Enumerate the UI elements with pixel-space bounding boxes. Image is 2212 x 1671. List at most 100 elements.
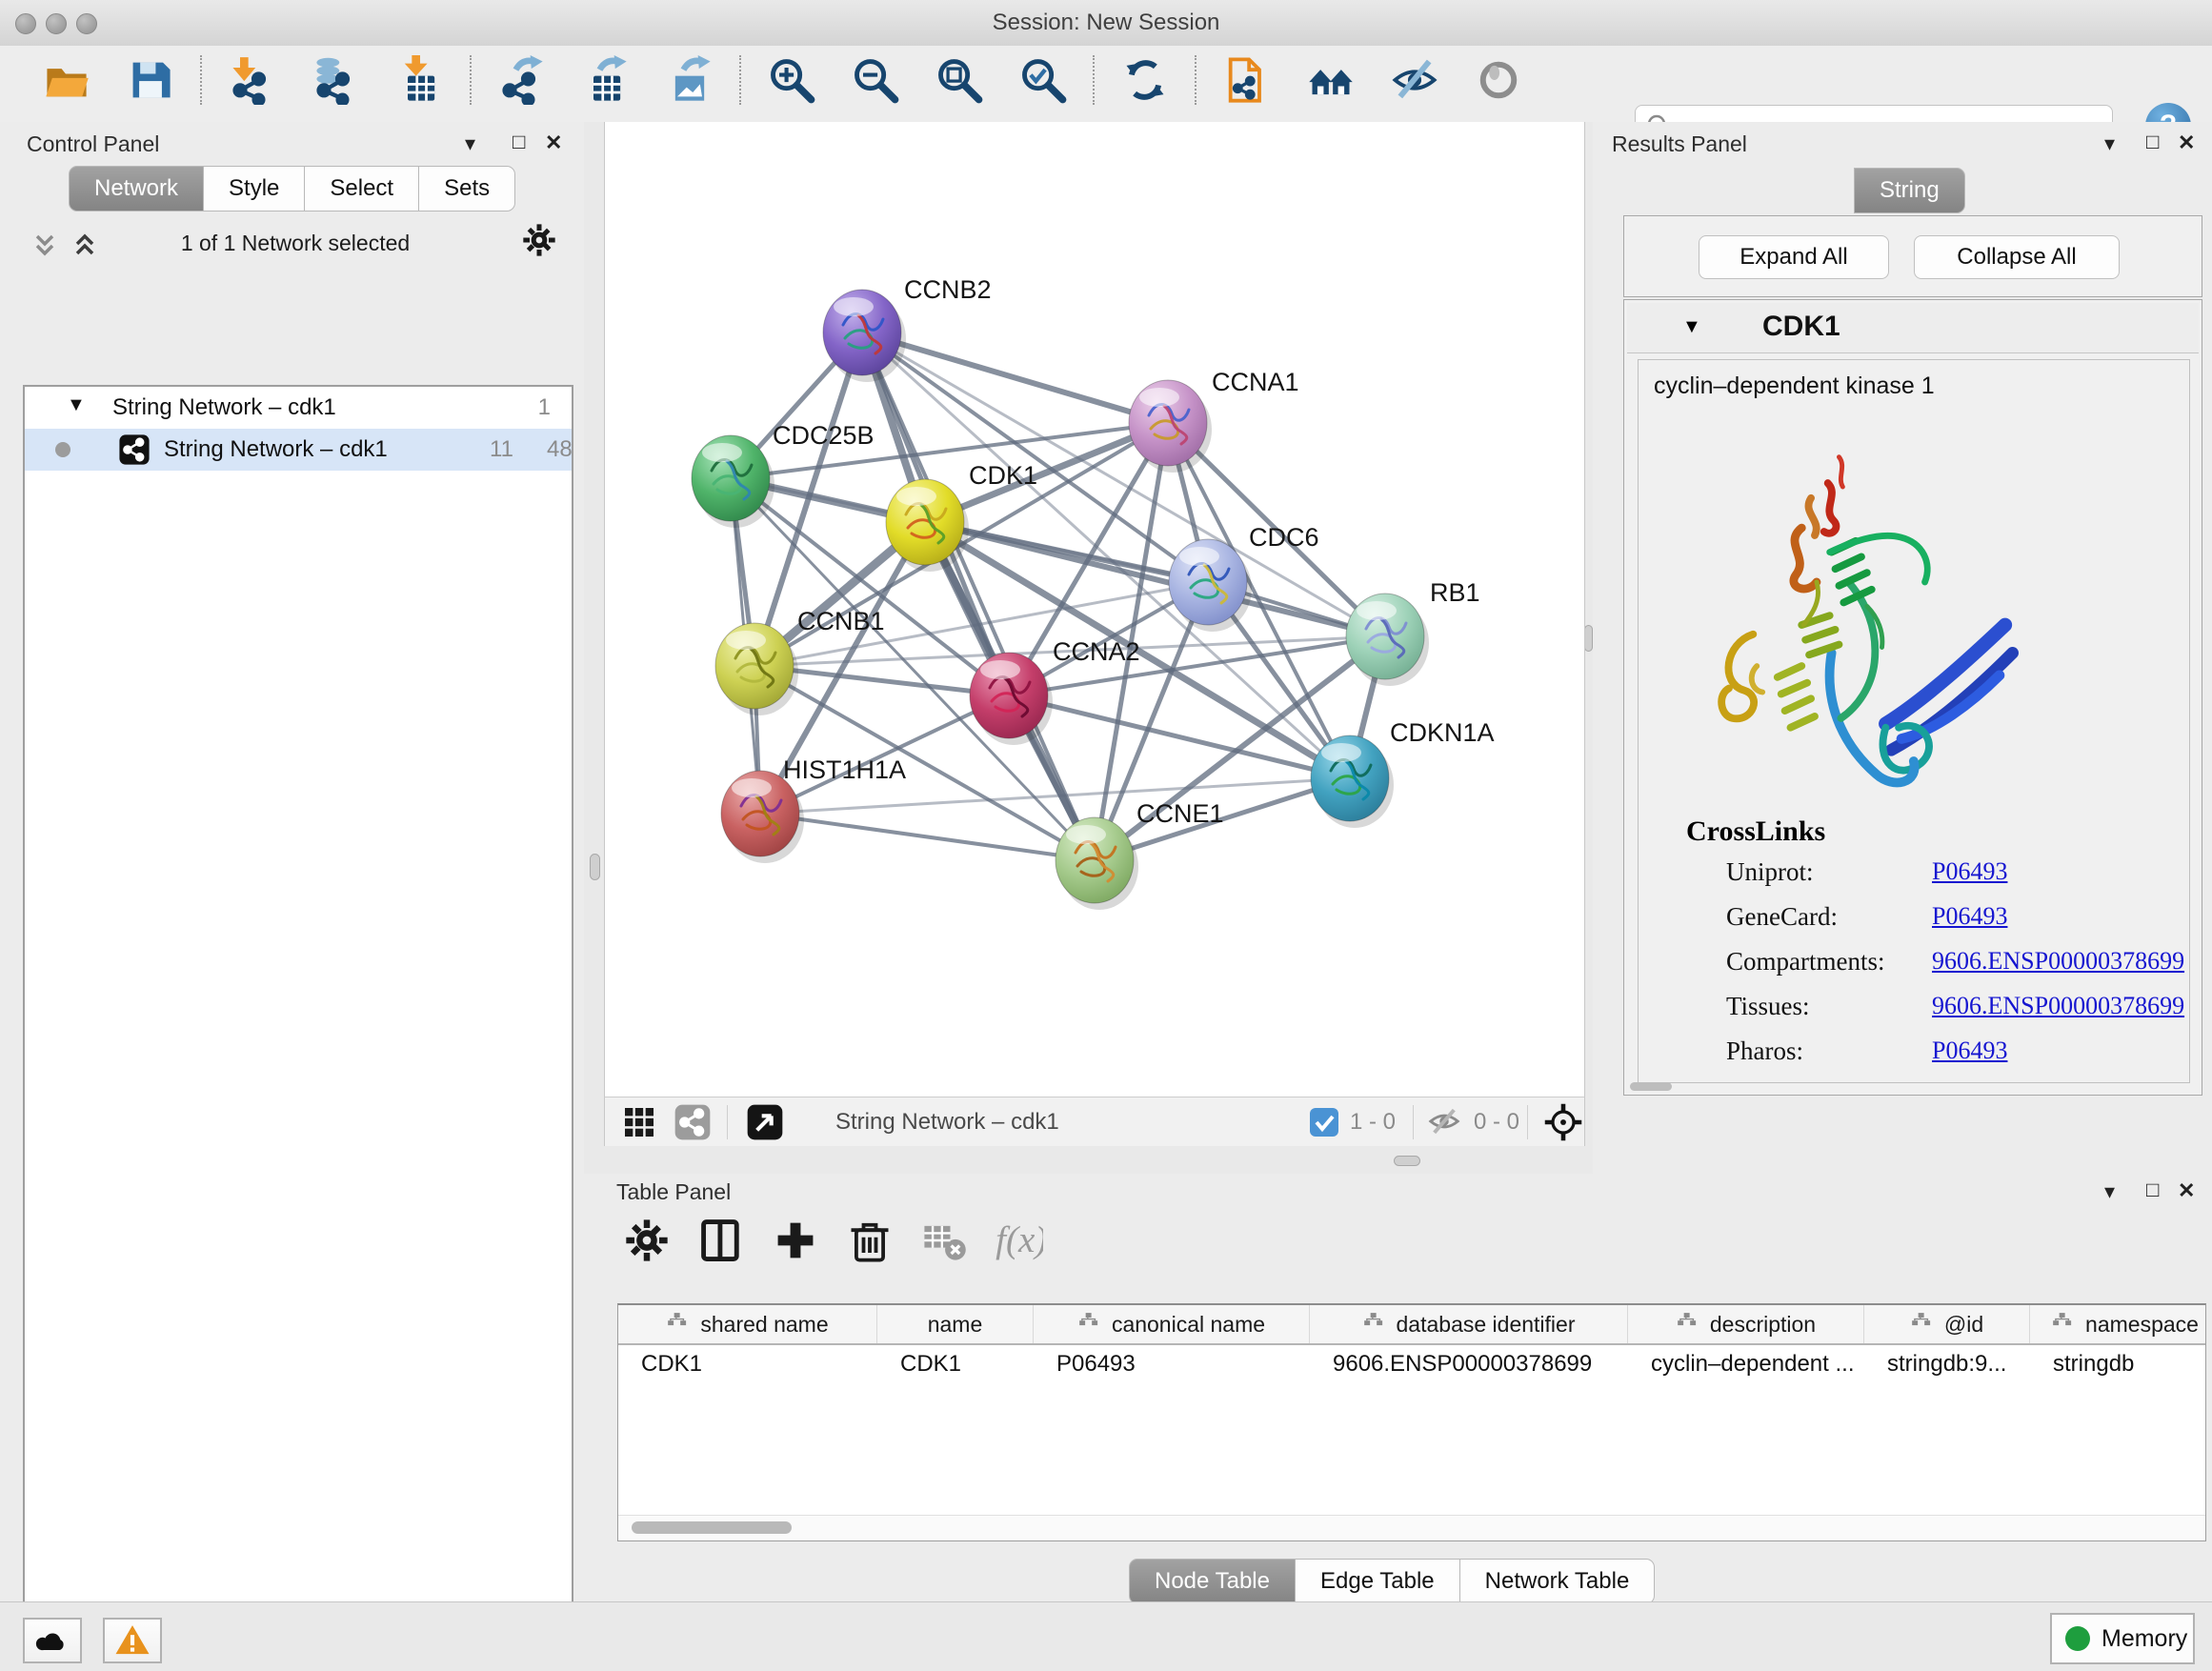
control-panel-float-icon[interactable]: □	[513, 130, 525, 154]
crosslink-uniprot-link[interactable]: P06493	[1932, 857, 2007, 886]
network-node-CDC25B[interactable]: CDC25B	[692, 421, 875, 528]
network-row-selected[interactable]: String Network – cdk1 11 48	[25, 429, 572, 471]
tab-edge-table[interactable]: Edge Table	[1296, 1559, 1460, 1604]
tab-node-table[interactable]: Node Table	[1129, 1559, 1296, 1604]
column-header-database-identifier[interactable]: database identifier	[1310, 1305, 1628, 1343]
collapse-all-button[interactable]: Collapse All	[1914, 235, 2120, 279]
memory-button[interactable]: Memory	[2050, 1613, 2195, 1664]
node-count: 11	[490, 436, 513, 463]
crosslink-compartments-link[interactable]: 9606.ENSP00000378699	[1932, 947, 2184, 976]
zoom-selected-button[interactable]	[1018, 55, 1068, 105]
expand-all-button[interactable]: Expand All	[1699, 235, 1889, 279]
table-hscroll-thumb[interactable]	[632, 1521, 792, 1534]
node-table: shared namenamecanonical namedatabase id…	[617, 1303, 2206, 1541]
column-header-canonical-name[interactable]: canonical name	[1034, 1305, 1310, 1343]
delete-column-button[interactable]	[845, 1216, 895, 1265]
results-panel-menu-icon[interactable]: ▾	[2104, 131, 2115, 156]
export-network-button[interactable]	[497, 55, 547, 105]
new-network-from-selection-button[interactable]	[1222, 55, 1272, 105]
fit-selected-button[interactable]	[1542, 1101, 1584, 1143]
tab-style[interactable]: Style	[204, 166, 305, 211]
export-table-button[interactable]	[581, 55, 631, 105]
save-session-icon	[126, 55, 175, 105]
network-collection-row[interactable]: ▼ String Network – cdk1 1	[25, 387, 572, 429]
horizontal-split-divider[interactable]	[584, 1146, 1593, 1174]
zoom-in-button[interactable]	[767, 55, 816, 105]
results-hscroll-thumb[interactable]	[1630, 1082, 1672, 1091]
gene-header-row[interactable]: ▼ CDK1	[1627, 303, 2199, 353]
toolbar-separator	[739, 55, 742, 105]
column-header-shared-name[interactable]: shared name	[618, 1305, 877, 1343]
import-table-file-button[interactable]	[395, 55, 445, 105]
export-image-button[interactable]	[665, 55, 714, 105]
table-panel-tabs: Node TableEdge TableNetwork Table	[1129, 1559, 1655, 1604]
hidden-count-eye[interactable]	[1426, 1103, 1464, 1141]
control-panel-menu-icon[interactable]: ▾	[465, 131, 475, 156]
open-file-button[interactable]	[42, 55, 91, 105]
tab-network-table[interactable]: Network Table	[1460, 1559, 1656, 1604]
table-panel-menu-icon[interactable]: ▾	[2104, 1179, 2115, 1204]
hide-selected-button[interactable]	[1390, 55, 1439, 105]
table-panel-close-icon[interactable]: ✕	[2178, 1178, 2195, 1203]
import-network-database-button[interactable]	[312, 55, 361, 105]
network-node-RB1[interactable]: RB1	[1346, 578, 1480, 686]
save-session-button[interactable]	[126, 55, 175, 105]
results-panel-float-icon[interactable]: □	[2146, 130, 2159, 154]
show-all-button[interactable]	[1474, 55, 1523, 105]
horizontal-divider-handle[interactable]	[1394, 1156, 1420, 1166]
double-chevron-up-icon	[69, 229, 101, 261]
crosslink-pharos-link[interactable]: P06493	[1932, 1037, 2007, 1065]
collapse-all-networks-button[interactable]	[29, 229, 61, 261]
table-row[interactable]: CDK1CDK1P064939606.ENSP00000378699cyclin…	[618, 1345, 2205, 1383]
selected-count-checkbox[interactable]	[1310, 1108, 1338, 1137]
tab-sets[interactable]: Sets	[419, 166, 515, 211]
column-header-namespace[interactable]: namespace	[2030, 1305, 2206, 1343]
network-node-CDKN1A[interactable]: CDKN1A	[1311, 718, 1495, 828]
add-column-button[interactable]	[771, 1216, 820, 1265]
collection-expand-triangle-icon[interactable]: ▼	[67, 394, 86, 416]
node-label: CCNB2	[904, 275, 992, 304]
table-panel-float-icon[interactable]: □	[2146, 1178, 2159, 1202]
crosslink-genecard-link[interactable]: P06493	[1932, 902, 2007, 931]
zoom-out-button[interactable]	[851, 55, 900, 105]
network-view-canvas[interactable]: CCNB2CCNA1CDC25BCDK1CDC6RB1CCNB1CCNA2CDK…	[604, 122, 1585, 1097]
first-neighbors-icon	[1306, 55, 1356, 105]
cloud-sync-button[interactable]	[23, 1618, 82, 1663]
toolbar-group	[1120, 55, 1170, 105]
show-columns-icon	[696, 1216, 746, 1265]
control-panel-close-icon[interactable]: ✕	[545, 131, 562, 155]
window-title: Session: New Session	[0, 10, 2212, 36]
column-header-name[interactable]: name	[877, 1305, 1034, 1343]
network-node-CCNA1[interactable]: CCNA1	[1129, 368, 1299, 473]
tab-select[interactable]: Select	[305, 166, 419, 211]
right-divider-handle[interactable]	[1584, 625, 1593, 652]
refresh-view-button[interactable]	[1120, 55, 1170, 105]
network-options-gear-button[interactable]	[520, 221, 558, 259]
network-node-CCNE1[interactable]: CCNE1	[1056, 799, 1224, 910]
network-view-mode-button[interactable]	[674, 1103, 712, 1141]
column-header-description[interactable]: description	[1628, 1305, 1864, 1343]
left-divider-handle[interactable]	[590, 854, 600, 880]
tab-string[interactable]: String	[1854, 168, 1965, 213]
network-selection-status: 1 of 1 Network selected	[124, 231, 467, 256]
column-header--id[interactable]: @id	[1864, 1305, 2030, 1343]
table-settings-gear-button[interactable]	[622, 1216, 672, 1265]
crosslink-tissues-link[interactable]: 9606.ENSP00000378699	[1932, 992, 2184, 1020]
toolbar-group	[497, 55, 714, 105]
expand-all-networks-button[interactable]	[69, 229, 101, 261]
function-builder-icon: f(x)	[994, 1216, 1043, 1265]
gene-collapse-triangle-icon[interactable]: ▼	[1682, 316, 1701, 338]
table-hscrollbar[interactable]	[618, 1515, 2205, 1540]
table-panel: Table Panel ▾ □ ✕ f(x) shared namenameca…	[584, 1174, 2212, 1601]
left-split-divider[interactable]	[584, 122, 604, 1146]
tab-network[interactable]: Network	[69, 166, 204, 211]
warnings-button[interactable]	[103, 1618, 162, 1663]
grid-view-button[interactable]	[620, 1103, 658, 1141]
birdseye-view-button[interactable]	[746, 1103, 784, 1141]
import-network-file-button[interactable]	[228, 55, 277, 105]
table-cell: CDK1	[877, 1345, 1034, 1383]
results-panel-close-icon[interactable]: ✕	[2178, 131, 2195, 155]
show-columns-button[interactable]	[696, 1216, 746, 1265]
first-neighbors-button[interactable]	[1306, 55, 1356, 105]
zoom-fit-button[interactable]	[935, 55, 984, 105]
